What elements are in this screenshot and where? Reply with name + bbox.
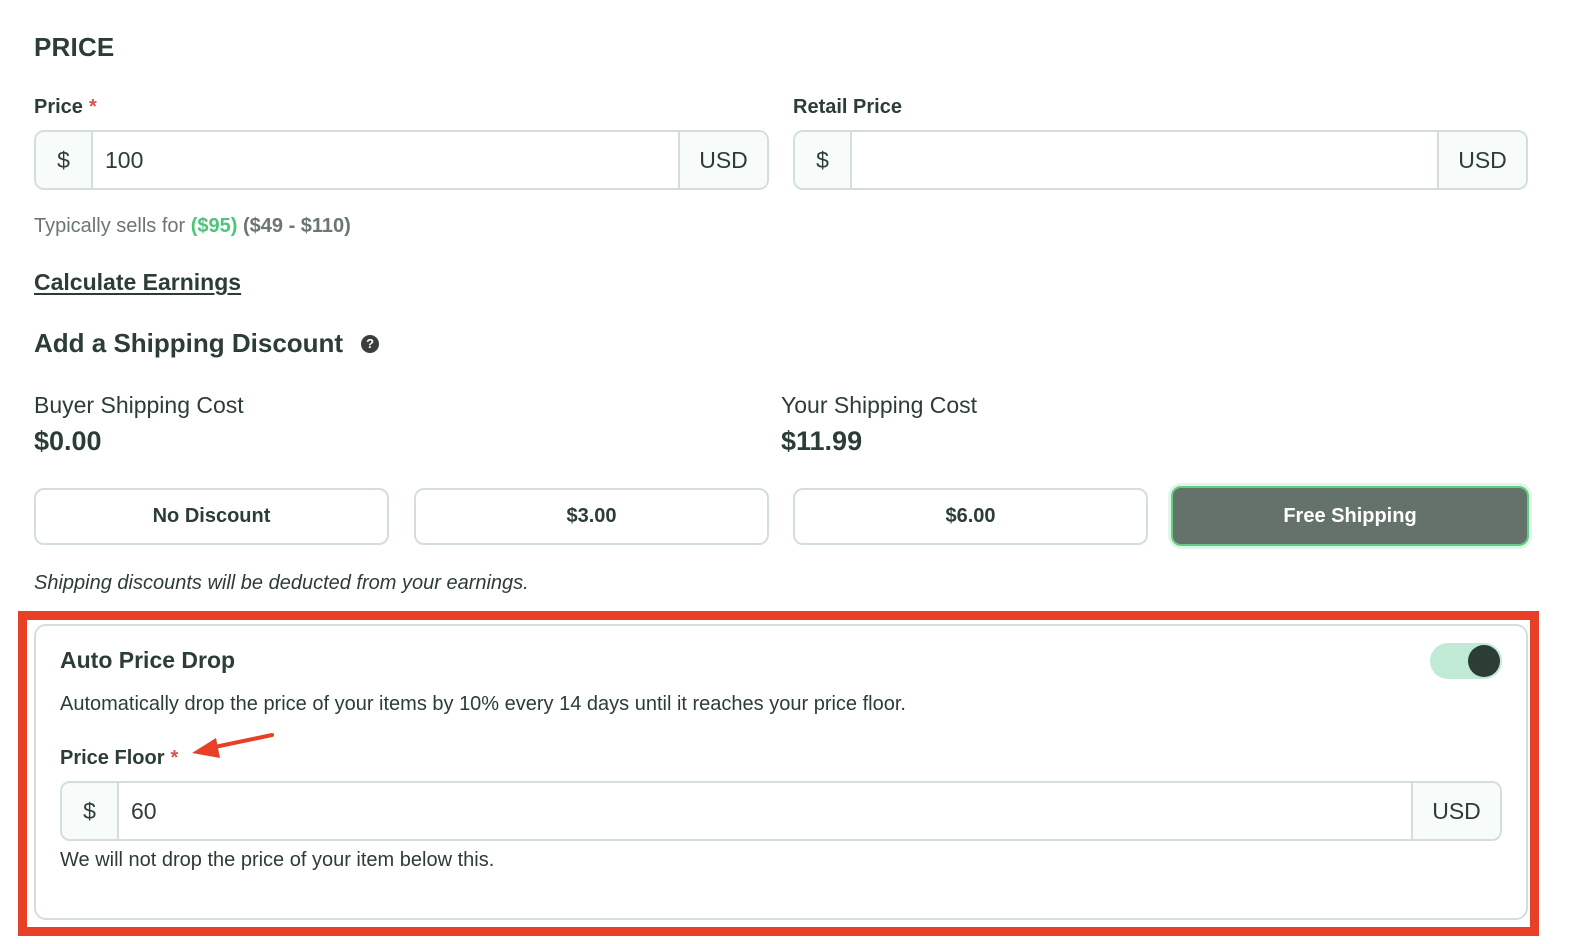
price-range: ($49 - $110)	[242, 215, 351, 237]
annotation-highlight-box	[18, 611, 1539, 936]
typical-price-hint: Typically sells for ($95) ($49 - $110)	[34, 215, 351, 238]
required-marker: *	[170, 747, 179, 769]
retail-price-input[interactable]	[852, 132, 1437, 188]
discount-3-button[interactable]: $3.00	[414, 488, 769, 545]
price-floor-label-text: Price Floor	[60, 747, 165, 769]
required-marker: *	[88, 96, 97, 118]
help-icon[interactable]: ?	[361, 334, 380, 353]
no-discount-button[interactable]: No Discount	[34, 488, 389, 545]
usd-suffix: USD	[1411, 783, 1500, 839]
auto-price-drop-description: Automatically drop the price of your ite…	[60, 693, 906, 715]
price-input[interactable]	[93, 132, 678, 188]
dollar-prefix: $	[62, 783, 119, 839]
price-label-text: Price	[34, 96, 83, 118]
price-floor-label: Price Floor *	[60, 747, 178, 770]
free-shipping-button[interactable]: Free Shipping	[1171, 486, 1529, 546]
hint-prefix: Typically sells for	[34, 215, 191, 237]
shipping-discount-note: Shipping discounts will be deducted from…	[34, 572, 529, 594]
section-title: PRICE	[34, 32, 115, 62]
dollar-prefix: $	[36, 132, 93, 188]
price-floor-input-group: $ USD	[60, 781, 1502, 841]
buyer-shipping-cost-label: Buyer Shipping Cost	[34, 392, 244, 418]
your-shipping-cost-label: Your Shipping Cost	[781, 392, 978, 418]
price-label: Price *	[34, 96, 97, 119]
shipping-discount-title: Add a Shipping Discount	[34, 328, 344, 358]
usd-suffix: USD	[678, 132, 767, 188]
retail-price-label: Retail Price	[793, 96, 902, 118]
retail-price-input-group: $ USD	[793, 130, 1528, 190]
dollar-prefix: $	[795, 132, 852, 188]
price-floor-input[interactable]	[119, 783, 1411, 839]
price-input-group: $ USD	[34, 130, 769, 190]
auto-price-drop-title: Auto Price Drop	[60, 647, 236, 673]
toggle-knob	[1468, 645, 1500, 677]
annotation-arrow-icon	[192, 733, 274, 758]
price-floor-note: We will not drop the price of your item …	[60, 849, 495, 871]
suggested-price: ($95)	[190, 215, 238, 237]
calculate-earnings-link[interactable]: Calculate Earnings	[34, 269, 241, 296]
usd-suffix: USD	[1437, 132, 1526, 188]
shipping-discount-heading: Add a Shipping Discount ?	[34, 328, 380, 359]
your-shipping-cost-value: $11.99	[781, 426, 863, 456]
buyer-shipping-cost-value: $0.00	[34, 426, 102, 456]
auto-price-drop-toggle[interactable]	[1430, 643, 1502, 679]
discount-6-button[interactable]: $6.00	[793, 488, 1148, 545]
